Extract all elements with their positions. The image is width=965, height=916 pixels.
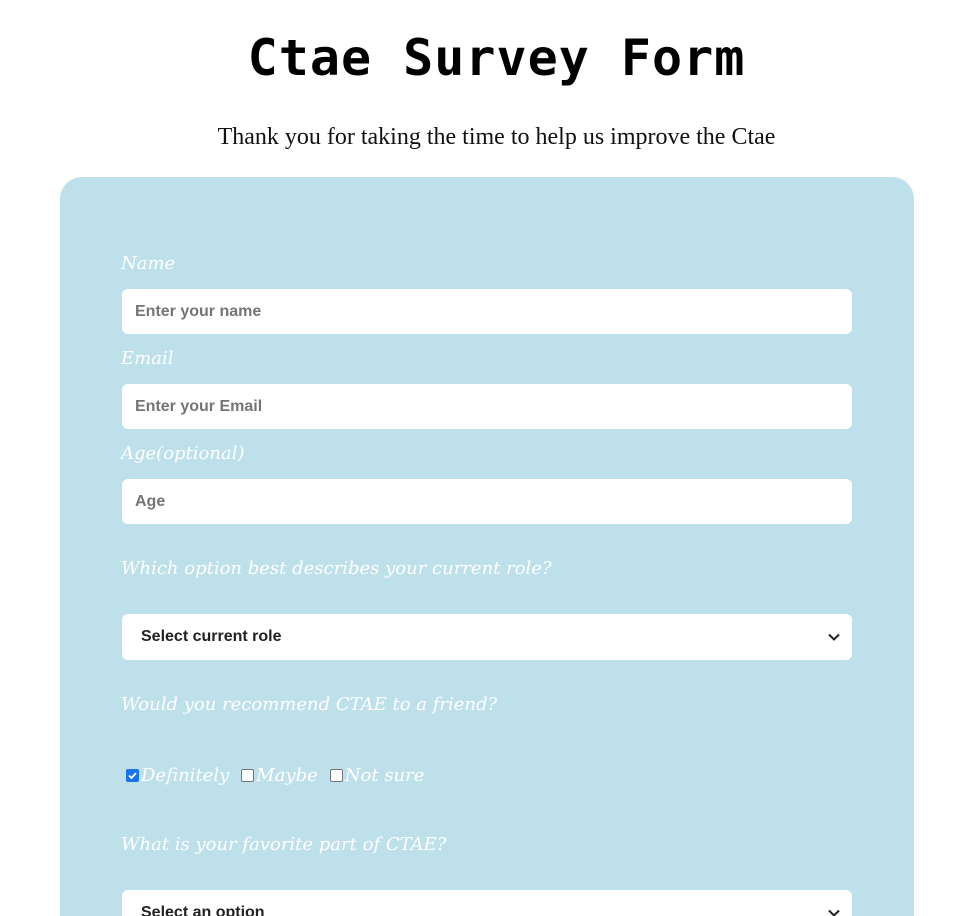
age-input[interactable] <box>122 479 852 524</box>
checkmark-icon <box>128 771 137 779</box>
definitely-label: Definitely <box>141 764 230 786</box>
chevron-down-icon <box>828 633 840 641</box>
name-label: Name <box>121 253 176 274</box>
role-select-value: Select current role <box>141 628 282 645</box>
recommend-question: Would you recommend CTAE to a friend? <box>121 694 498 715</box>
maybe-checkbox[interactable] <box>241 768 255 782</box>
not-sure-checkbox[interactable] <box>329 768 343 782</box>
role-question: Which option best describes your current… <box>121 558 552 579</box>
email-input[interactable] <box>122 384 852 429</box>
page-description: Thank you for taking the time to help us… <box>217 124 776 150</box>
role-select[interactable]: Select current role <box>122 614 852 660</box>
favorite-select[interactable]: Select an option <box>122 890 852 916</box>
maybe-label: Maybe <box>256 764 318 786</box>
survey-form: Name Email Age(optional) Which option be… <box>60 177 914 916</box>
favorite-question: What is your favorite part of CTAE? <box>121 834 447 855</box>
definitely-checkbox[interactable] <box>126 768 139 782</box>
age-label: Age(optional) <box>121 443 245 464</box>
email-label: Email <box>121 348 174 369</box>
recommend-options: Definitely Maybe Not sure <box>126 763 436 787</box>
name-input[interactable] <box>122 289 852 334</box>
not-sure-label: Not sure <box>344 764 425 786</box>
favorite-select-value: Select an option <box>141 904 265 916</box>
chevron-down-icon <box>828 909 840 916</box>
page-title: Ctae Survey Form <box>247 29 746 87</box>
